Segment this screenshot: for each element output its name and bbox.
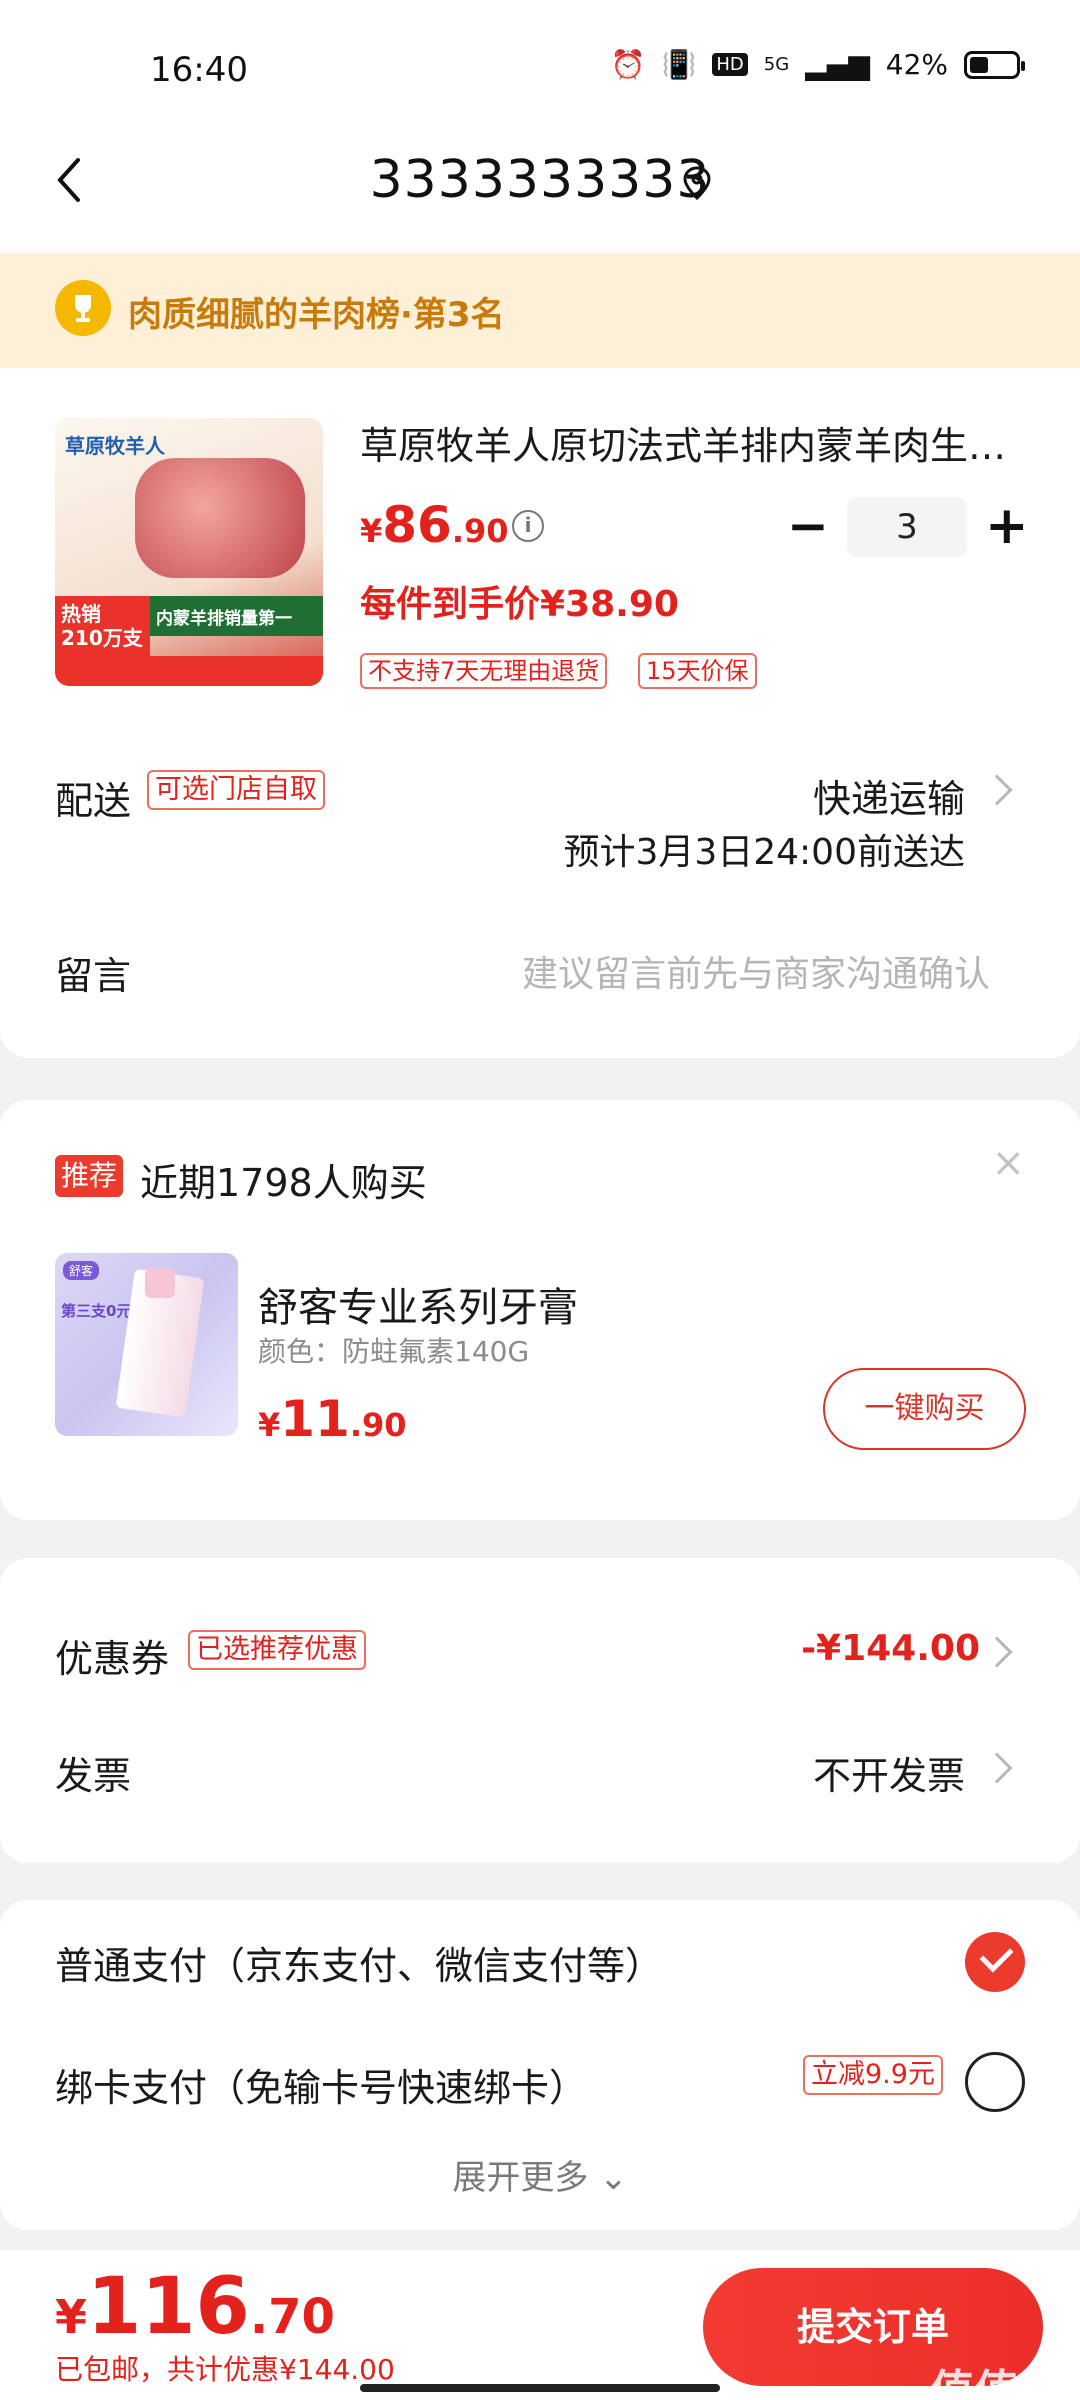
order-total: ¥116.70 [55, 2262, 335, 2352]
location-pin-icon[interactable] [682, 166, 712, 200]
store-pickup-tag[interactable]: 可选门店自取 [147, 770, 325, 810]
no-return-tag: 不支持7天无理由退货 [360, 653, 608, 689]
coupon-invoice-card [0, 1558, 1080, 1863]
battery-icon [964, 50, 1025, 79]
coupon-label: 优惠券 [55, 1637, 170, 1681]
product-image-banner: 内蒙羊排销量第一 [150, 596, 323, 636]
payment-option-card[interactable]: 绑卡支付（免输卡号快速绑卡） [55, 2057, 587, 2112]
unit-price: 每件到手价¥38.90 [360, 584, 679, 625]
product-image[interactable]: 草原牧羊人 热销 210万支 内蒙羊排销量第一 [55, 418, 323, 686]
expand-more-button[interactable]: 展开更多 ⌄ [0, 2150, 1080, 2199]
product-price: ¥86.90 [360, 496, 509, 554]
alarm-icon: ⏰ [610, 48, 646, 81]
one-click-buy-button[interactable]: 一键购买 [823, 1368, 1026, 1450]
recommend-product-name[interactable]: 舒客专业系列牙膏 [258, 1275, 578, 1333]
status-icons: ⏰ 📳 HD 5G ▂▄▆ 42% [610, 48, 1025, 81]
invoice-value[interactable]: 不开发票 [813, 1745, 965, 1800]
quantity-decrease-button[interactable]: − [787, 501, 829, 553]
recommend-product-image[interactable]: 舒客 第三支0元 [55, 1253, 238, 1436]
product-image-brand: 草原牧羊人 [65, 434, 165, 458]
lamb-chop-graphic [135, 458, 305, 578]
total-note: 已包邮，共计优惠¥144.00 [55, 2353, 395, 2386]
product-title[interactable]: 草原牧羊人原切法式羊排内蒙羊肉生… [360, 415, 1025, 470]
recommend-product-variant: 颜色：防蛀氟素140G [258, 1335, 530, 1368]
home-indicator [360, 2384, 720, 2392]
status-time: 16:40 [150, 50, 248, 90]
ranking-text: 肉质细腻的羊肉榜·第3名 [128, 295, 505, 335]
delivery-eta: 预计3月3日24:00前送达 [563, 832, 965, 873]
toothpaste-cap-graphic [145, 1268, 175, 1298]
price-protect-tag: 15天价保 [638, 653, 757, 689]
price-info-icon[interactable]: i [512, 510, 544, 542]
delivery-method[interactable]: 快递运输 [813, 768, 965, 823]
recommend-badge: 推荐 [55, 1155, 124, 1197]
note-input[interactable]: 建议留言前先与商家沟通确认 [522, 945, 990, 997]
product-image-hot: 热销 210万支 [55, 596, 150, 656]
quantity-increase-button[interactable]: + [985, 500, 1029, 553]
quantity-value[interactable]: 3 [847, 497, 967, 557]
recommend-product-price: ¥11.90 [258, 1390, 407, 1448]
coupon-selected-tag: 已选推荐优惠 [188, 1630, 366, 1670]
trophy-icon [55, 280, 111, 336]
note-label: 留言 [55, 954, 132, 998]
recommend-count: 近期1798人购买 [140, 1161, 427, 1205]
watermark: 值值值 [930, 2366, 1062, 2400]
coupon-amount[interactable]: -¥144.00 [801, 1628, 980, 1669]
battery-percent: 42% [885, 48, 948, 81]
rec-image-pill: 舒客 [63, 1261, 100, 1280]
rec-image-text: 第三支0元 [61, 1302, 132, 1320]
vibrate-icon: 📳 [661, 48, 697, 81]
card-discount-tag: 立减9.9元 [803, 2055, 943, 2095]
checked-radio-icon[interactable] [965, 1932, 1025, 1992]
payment-option-normal[interactable]: 普通支付（京东支付、微信支付等） [55, 1935, 663, 1990]
hd-icon: HD [712, 53, 748, 76]
invoice-label: 发票 [55, 1754, 132, 1798]
close-icon[interactable]: × [991, 1140, 1025, 1186]
address-phone[interactable]: 3333333333 [0, 150, 1080, 210]
delivery-label: 配送 [55, 779, 132, 823]
unchecked-radio-icon[interactable] [965, 2052, 1025, 2112]
product-image-bar [55, 656, 323, 686]
network-icon: 5G [763, 54, 790, 75]
signal-icon: ▂▄▆ [805, 48, 870, 81]
